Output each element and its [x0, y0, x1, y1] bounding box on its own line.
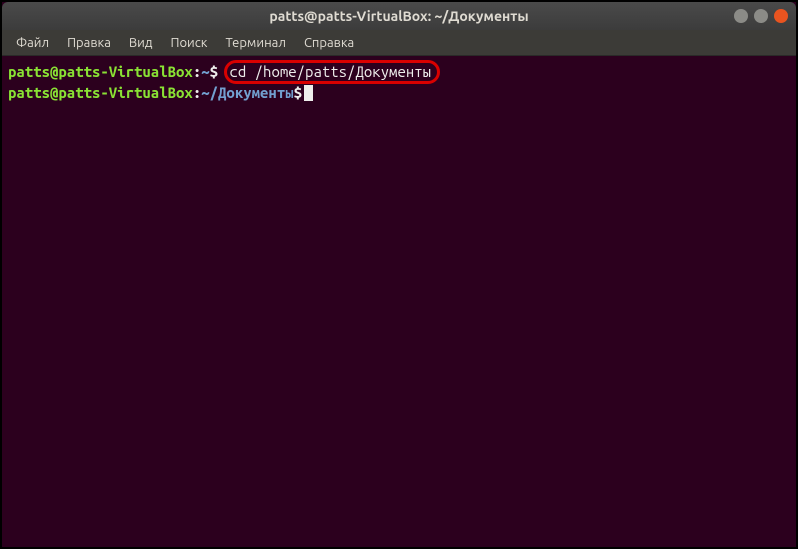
cursor-icon: [304, 85, 313, 101]
close-button[interactable]: [774, 9, 788, 23]
menu-edit[interactable]: Правка: [59, 33, 119, 53]
titlebar: patts@patts-VirtualBox: ~/Документы: [2, 2, 796, 30]
menu-file[interactable]: Файл: [8, 33, 57, 53]
menu-help[interactable]: Справка: [296, 33, 362, 53]
prompt-user: patts@patts-VirtualBox: [8, 63, 193, 81]
prompt-colon: :: [193, 84, 201, 102]
prompt-user: patts@patts-VirtualBox: [8, 84, 193, 102]
menubar: Файл Правка Вид Поиск Терминал Справка: [2, 30, 796, 56]
menu-terminal[interactable]: Терминал: [217, 33, 293, 53]
window-controls: [734, 9, 788, 23]
minimize-button[interactable]: [734, 9, 748, 23]
terminal-body[interactable]: patts@patts-VirtualBox:~ $ cd /home/patts…: [2, 56, 796, 547]
menu-view[interactable]: Вид: [121, 33, 161, 53]
prompt-colon: :: [193, 63, 201, 81]
terminal-window: patts@patts-VirtualBox: ~/Документы Файл…: [2, 2, 796, 547]
window-title: patts@patts-VirtualBox: ~/Документы: [269, 8, 528, 24]
menu-search[interactable]: Поиск: [162, 33, 215, 53]
terminal-line-1: patts@patts-VirtualBox:~$ cd /home/patts…: [8, 60, 790, 84]
maximize-button[interactable]: [754, 9, 768, 23]
prompt-dollar: $: [294, 84, 302, 102]
prompt-path: ~/Документы: [201, 84, 293, 102]
command-text: cd /home/patts/Документы: [229, 63, 431, 80]
prompt-path: ~: [201, 63, 209, 81]
terminal-line-2: patts@patts-VirtualBox:~/Документы$: [8, 84, 790, 102]
command-highlight: cd /home/patts/Документы: [224, 60, 440, 84]
